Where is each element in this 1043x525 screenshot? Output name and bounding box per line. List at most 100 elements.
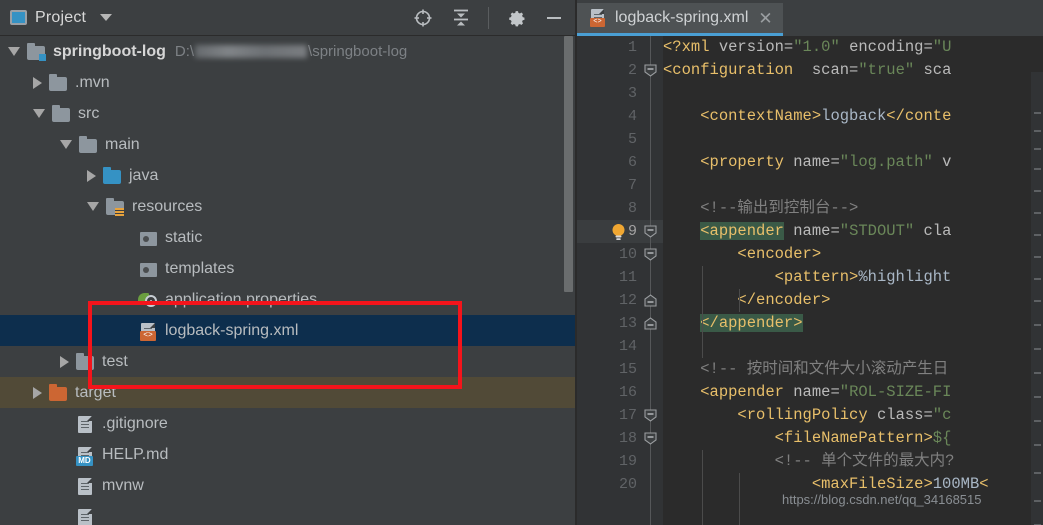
- expand-arrow-icon[interactable]: [33, 109, 45, 118]
- tree-row-main[interactable]: main: [0, 129, 575, 160]
- tree-row-mvn[interactable]: .mvn: [0, 67, 575, 98]
- markdown-badge-label: MD: [76, 455, 93, 466]
- close-icon[interactable]: ✕: [756, 10, 774, 27]
- tree-label: templates: [165, 259, 235, 277]
- text-file-icon: [75, 415, 95, 433]
- code-line-11: <pattern>%highlight: [774, 268, 952, 286]
- excluded-folder-icon: [48, 383, 68, 402]
- code-editor[interactable]: 1 2 3 4 5 6 7 8 9 10 11 12 13 14 15 16 1…: [577, 36, 1043, 525]
- indent-guide: [702, 450, 703, 525]
- tree-label: resources: [132, 197, 203, 215]
- xml-file-icon: <>: [138, 322, 158, 341]
- no-arrow-spacer: [60, 418, 69, 430]
- tree-row-application-properties[interactable]: application.properties: [0, 284, 575, 315]
- expand-arrow-icon[interactable]: [60, 355, 69, 368]
- code-line-6: <property name="log.path" v: [700, 153, 952, 171]
- fold-marker-end[interactable]: [644, 317, 657, 330]
- tree-row-help-md[interactable]: MD HELP.md: [0, 439, 575, 470]
- code-text[interactable]: <?xml version="1.0" encoding="U <configu…: [663, 36, 1043, 525]
- code-line-15: <!-- 按时间和文件大小滚动产生日: [700, 360, 949, 378]
- tree-row-java[interactable]: java: [0, 160, 575, 191]
- folder-icon: [48, 73, 68, 92]
- tree-row-static[interactable]: static: [0, 222, 575, 253]
- folder-icon: [51, 104, 71, 123]
- tree-label: .gitignore: [102, 414, 168, 432]
- project-tool-title: Project: [35, 8, 87, 26]
- project-tree[interactable]: springboot-log D:\ \springboot-log .mvn s…: [0, 36, 575, 525]
- fold-marker-collapse[interactable]: [644, 409, 657, 422]
- module-path: D:\ \springboot-log: [174, 43, 408, 60]
- fold-marker-collapse[interactable]: [644, 432, 657, 445]
- code-line-18: <fileNamePattern>${: [774, 429, 952, 447]
- chevron-down-icon[interactable]: [100, 14, 113, 21]
- code-line-9: <appender name="STDOUT" cla: [700, 222, 952, 240]
- indent-guide: [739, 289, 740, 312]
- tree-row-partial[interactable]: [0, 501, 575, 525]
- gear-icon[interactable]: [505, 7, 527, 29]
- package-folder-icon: [138, 260, 158, 278]
- source-root-folder-icon: [102, 166, 122, 185]
- expand-arrow-icon[interactable]: [87, 202, 99, 211]
- project-tree-scrollbar[interactable]: [564, 36, 573, 292]
- locate-in-tree-button[interactable]: [412, 7, 434, 29]
- project-title-group[interactable]: Project: [10, 8, 113, 27]
- tab-label: logback-spring.xml: [615, 9, 749, 26]
- no-arrow-spacer: [60, 511, 69, 523]
- tree-row-test[interactable]: test: [0, 346, 575, 377]
- tree-label: test: [102, 352, 128, 370]
- tree-label: springboot-log: [53, 42, 166, 60]
- tree-label: static: [165, 228, 203, 246]
- tree-label: application.properties: [165, 290, 318, 308]
- no-arrow-spacer: [60, 449, 69, 461]
- text-file-icon: [75, 508, 95, 525]
- tree-row-springboot-log[interactable]: springboot-log D:\ \springboot-log: [0, 36, 575, 67]
- folder-icon: [75, 352, 95, 371]
- spring-properties-file-icon: [138, 291, 158, 309]
- tree-row-logback-spring-xml[interactable]: <> logback-spring.xml: [0, 315, 575, 346]
- fold-marker-collapse[interactable]: [644, 248, 657, 261]
- editor-pane: <> logback-spring.xml ✕ 1 2 3 4 5 6 7 8 …: [577, 0, 1043, 525]
- tree-row-src[interactable]: src: [0, 98, 575, 129]
- code-line-2: <configuration scan="true" sca: [663, 61, 952, 79]
- project-window-icon: [10, 10, 27, 25]
- tab-logback-spring-xml[interactable]: <> logback-spring.xml ✕: [577, 3, 783, 36]
- code-line-16: <appender name="ROL-SIZE-FI: [700, 383, 952, 401]
- code-line-4: <contextName>logback</conte: [700, 107, 952, 125]
- no-arrow-spacer: [123, 232, 132, 244]
- tree-row-gitignore[interactable]: .gitignore: [0, 408, 575, 439]
- resource-root-folder-icon: [105, 197, 125, 217]
- expand-arrow-icon[interactable]: [60, 140, 72, 149]
- no-arrow-spacer: [60, 480, 69, 492]
- tree-row-resources[interactable]: resources: [0, 191, 575, 222]
- expand-arrow-icon[interactable]: [33, 386, 42, 399]
- collapse-all-icon[interactable]: [450, 7, 472, 29]
- tree-row-templates[interactable]: templates: [0, 253, 575, 284]
- fold-marker-collapse[interactable]: [644, 225, 657, 238]
- no-arrow-spacer: [123, 294, 132, 306]
- minimize-icon[interactable]: [543, 7, 565, 29]
- tree-label: java: [129, 166, 159, 184]
- editor-gutter[interactable]: 1 2 3 4 5 6 7 8 9 10 11 12 13 14 15 16 1…: [577, 36, 663, 525]
- tree-label: .mvn: [75, 73, 110, 91]
- expand-arrow-icon[interactable]: [87, 169, 96, 182]
- intention-bulb-icon[interactable]: [611, 223, 625, 240]
- fold-guide-line: [650, 36, 651, 525]
- tree-label: logback-spring.xml: [165, 321, 299, 339]
- tree-row-target[interactable]: target: [0, 377, 575, 408]
- indent-guide: [702, 266, 703, 358]
- tree-label: mvnw: [102, 476, 144, 494]
- fold-marker-collapse[interactable]: [644, 64, 657, 77]
- tree-label: main: [105, 135, 140, 153]
- text-file-icon: [75, 477, 95, 495]
- fold-marker-end[interactable]: [644, 294, 657, 307]
- expand-arrow-icon[interactable]: [8, 47, 20, 56]
- editor-marker-stripe[interactable]: [1031, 72, 1043, 525]
- expand-arrow-icon[interactable]: [33, 76, 42, 89]
- tool-header-buttons: [412, 6, 569, 29]
- tree-row-mvnw[interactable]: mvnw: [0, 470, 575, 501]
- indent-guide: [739, 473, 740, 525]
- code-line-8: <!--输出到控制台-->: [700, 199, 859, 217]
